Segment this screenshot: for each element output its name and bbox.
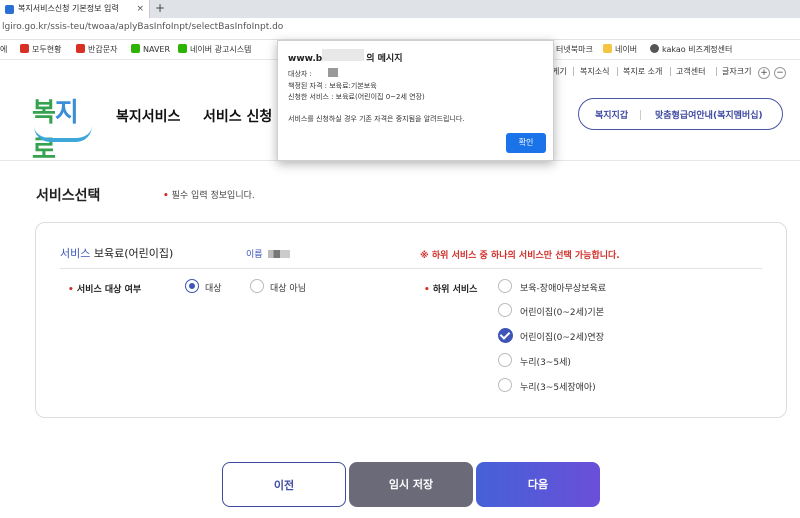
browser-tab-bar: 복지서비스신청 기본정보 입력 × + xyxy=(0,0,800,18)
sub-option-radio[interactable] xyxy=(498,353,512,367)
sub-option-radio[interactable] xyxy=(498,303,512,317)
recipient-redacted xyxy=(328,68,338,77)
sub-option-radio[interactable] xyxy=(498,378,512,392)
bookmark-item[interactable]: NAVER xyxy=(131,44,170,56)
sub-option-label[interactable]: 누리(3~5세) xyxy=(520,355,571,368)
dialog-qualification: 책정된 자격 : 보육료:기본보육 xyxy=(288,82,377,90)
sub-option-label[interactable]: 어린이집(0~2세)기본 xyxy=(520,305,604,318)
bookmark-item[interactable]: 에 xyxy=(0,44,7,56)
bookmark-item[interactable]: 터넷북마크 xyxy=(556,44,593,56)
target-yes-label[interactable]: 대상 xyxy=(205,281,222,294)
browser-tab[interactable]: 복지서비스신청 기본정보 입력 × xyxy=(0,0,150,18)
dialog-notice: 서비스를 신청하실 경우 기존 자격은 중지됨을 알려드립니다. xyxy=(288,115,465,123)
bookmark-item[interactable]: 반갑문자 xyxy=(76,44,117,56)
url-text[interactable]: lgiro.go.kr/ssis-teu/twoaa/aplyBasInfoIn… xyxy=(2,22,283,32)
name-label: 이름 xyxy=(246,250,263,260)
required-note: • 필수 입력 정보입니다. xyxy=(163,191,255,201)
custom-benefit-link[interactable]: 맞춤형급여안내(복지멤버십) xyxy=(655,108,763,121)
target-no-radio[interactable] xyxy=(250,279,264,293)
sub-service-label: • 하위 서비스 xyxy=(424,285,478,295)
sub-option-selected-check-icon[interactable] xyxy=(498,328,513,343)
dialog-recipient: 대상자 : xyxy=(288,70,312,78)
alert-dialog: www.b 의 메시지 대상자 : 책정된 자격 : 보육료:기본보육 신청한 서… xyxy=(277,40,554,161)
bookmark-item[interactable]: 네이버 xyxy=(603,44,637,56)
next-button[interactable]: 다음 xyxy=(476,462,600,507)
site-favicon-icon xyxy=(5,5,14,14)
sub-option-radio[interactable] xyxy=(498,279,512,293)
dialog-ok-button[interactable]: 확인 xyxy=(506,133,546,153)
font-increase-button[interactable]: + xyxy=(758,67,770,79)
sub-option-label[interactable]: 보육-장애아무상보육료 xyxy=(520,281,606,294)
sub-option-label[interactable]: 누리(3~5세장애아) xyxy=(520,380,596,393)
logo-smile-icon xyxy=(34,126,92,142)
bookmark-item[interactable]: 모두현황 xyxy=(20,44,61,56)
bookmark-item[interactable]: kakao 비즈계정센터 xyxy=(650,44,732,56)
nav-service-apply[interactable]: 서비스 신청 xyxy=(203,106,272,126)
sub-option-label-selected[interactable]: 어린이집(0~2세)연장 xyxy=(520,330,604,343)
target-field-label: • 서비스 대상 여부 xyxy=(68,285,142,295)
service-title: 서비스 보육료(어린이집) xyxy=(60,247,174,260)
bookmark-item[interactable]: 네이버 광고시스템 xyxy=(178,44,251,56)
target-yes-radio[interactable] xyxy=(185,279,199,293)
card-divider xyxy=(60,268,762,269)
util-link[interactable]: 게기 xyxy=(552,66,567,77)
dialog-applied-service: 신청한 서비스 : 보육료(어린이집 0~2세 연장) xyxy=(288,93,425,101)
site-logo[interactable]: 복지로 xyxy=(32,92,94,165)
bookmark-icon xyxy=(131,44,140,53)
tab-title: 복지서비스신청 기본정보 입력 xyxy=(18,4,119,13)
bookmark-icon xyxy=(20,44,29,53)
single-service-warning: ※ 하위 서비스 중 하나의 서비스만 선택 가능합니다. xyxy=(420,251,620,261)
temp-save-button[interactable]: 임시 저장 xyxy=(349,462,473,507)
prev-button[interactable]: 이전 xyxy=(222,462,346,507)
font-decrease-button[interactable]: − xyxy=(774,67,786,79)
util-link-support[interactable]: 고객센터 xyxy=(676,66,705,77)
section-title: 서비스선택 xyxy=(36,188,101,204)
name-redacted xyxy=(268,250,290,258)
util-link-news[interactable]: 복지소식 xyxy=(580,66,609,77)
target-no-label[interactable]: 대상 아님 xyxy=(270,281,306,294)
new-tab-button[interactable]: + xyxy=(152,0,168,18)
kakao-icon xyxy=(650,44,659,53)
nav-welfare-services[interactable]: 복지서비스 xyxy=(116,106,180,126)
welfare-wallet-link[interactable]: 복지지갑 xyxy=(595,108,628,121)
welfare-links-pill: 복지지갑 맞춤형급여안내(복지멤버십) xyxy=(578,98,783,130)
dialog-title-redacted xyxy=(322,49,364,61)
bookmark-icon xyxy=(178,44,187,53)
folder-icon xyxy=(603,44,612,53)
bookmark-icon xyxy=(76,44,85,53)
close-icon[interactable]: × xyxy=(136,0,144,18)
address-bar[interactable]: lgiro.go.kr/ssis-teu/twoaa/aplyBasInfoIn… xyxy=(0,18,800,40)
util-font-size: 글자크기 xyxy=(722,67,752,76)
util-link-about[interactable]: 복지로 소개 xyxy=(623,66,662,77)
